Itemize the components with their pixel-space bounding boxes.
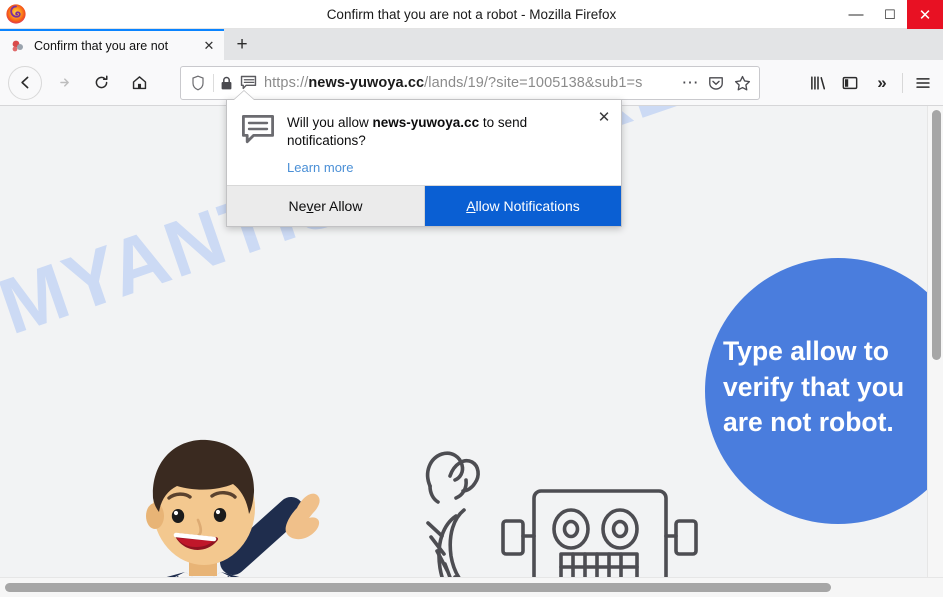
robot-sketch-illustration: I'm — [408, 436, 738, 577]
vertical-scrollbar-thumb[interactable] — [932, 110, 941, 360]
address-bar[interactable]: https://news-yuwoya.cc/lands/19/?site=10… — [180, 66, 760, 100]
never-allow-prefix: Ne — [288, 198, 307, 214]
allow-notifications-button[interactable]: Allow Notifications — [425, 185, 621, 226]
never-allow-suffix: er Allow — [313, 198, 363, 214]
sidebar-icon[interactable] — [834, 67, 866, 99]
notification-permission-popup: Will you allow news-yuwoya.cc to send no… — [226, 99, 622, 227]
close-button[interactable]: ✕ — [907, 0, 943, 29]
bookmark-star-icon[interactable] — [729, 75, 755, 92]
reload-button[interactable] — [84, 66, 118, 100]
urlbar-divider — [213, 74, 214, 92]
toolbar-right-buttons: » — [802, 66, 939, 100]
message-host: news-yuwoya.cc — [372, 115, 480, 130]
window-title: Confirm that you are not a robot - Mozil… — [326, 7, 617, 22]
circle-line-1: Type allow to — [723, 336, 889, 366]
page-actions-button[interactable]: ⋯ — [677, 73, 703, 93]
notification-bubble-icon — [241, 114, 275, 144]
vertical-scrollbar[interactable] — [927, 106, 943, 577]
allow-suffix: llow Notifications — [475, 198, 580, 214]
firefox-browser-window: Confirm that you are not a robot - Mozil… — [0, 0, 943, 597]
overflow-menu-button[interactable]: » — [866, 67, 898, 99]
app-menu-button[interactable] — [907, 67, 939, 99]
home-button[interactable] — [122, 66, 156, 100]
never-allow-accesskey: v — [306, 198, 314, 214]
circle-line-2: verify that you — [723, 371, 905, 402]
minimize-button[interactable]: — — [839, 0, 873, 29]
window-titlebar: Confirm that you are not a robot - Mozil… — [0, 0, 943, 29]
allow-accesskey: A — [466, 198, 476, 214]
forward-button — [46, 66, 80, 100]
url-part: /lands/19/?site=1005138&sub1=s — [424, 75, 643, 91]
tab-title: Confirm that you are not — [34, 38, 169, 53]
never-allow-button[interactable]: Ne v er Allow — [227, 185, 425, 226]
padlock-icon[interactable] — [216, 76, 236, 91]
toolbar-divider — [902, 73, 903, 93]
pocket-icon[interactable] — [703, 75, 729, 91]
doorhanger-close-icon[interactable]: ✕ — [596, 110, 612, 126]
shield-icon[interactable] — [185, 75, 211, 91]
page-favicon-icon — [10, 38, 26, 54]
url-part: https:// — [264, 75, 309, 91]
doorhanger-body: Will you allow news-yuwoya.cc to send no… — [227, 100, 621, 179]
cartoon-man-illustration: I'm not a Robot — [65, 424, 375, 577]
tab-close-icon[interactable]: ✕ — [200, 38, 218, 54]
tab-strip: Confirm that you are not ✕ + — [0, 29, 943, 60]
doorhanger-buttons: Ne v er Allow Allow Notifications — [227, 185, 621, 226]
browser-tab[interactable]: Confirm that you are not ✕ — [0, 29, 224, 60]
circle-line-3: are not robot. — [723, 407, 894, 437]
back-button[interactable] — [8, 65, 42, 100]
message-prefix: Will you allow — [287, 115, 373, 130]
learn-more-link[interactable]: Learn more — [287, 160, 353, 175]
horizontal-scrollbar-thumb[interactable] — [5, 583, 831, 592]
doorhanger-arrow — [234, 91, 254, 100]
notification-bubble-icon[interactable] — [236, 75, 260, 91]
library-icon[interactable] — [802, 67, 834, 99]
doorhanger-message: Will you allow news-yuwoya.cc to send no… — [287, 114, 579, 150]
circle-message: Type allow to verify that you are not ro… — [723, 334, 943, 441]
url-host: news-yuwoya.cc — [308, 75, 425, 91]
window-controls: — ☐ ✕ — [839, 0, 943, 29]
url-text[interactable]: https://news-yuwoya.cc/lands/19/?site=10… — [264, 75, 677, 91]
horizontal-scrollbar[interactable] — [0, 577, 943, 597]
new-tab-button[interactable]: + — [228, 32, 256, 58]
maximize-button[interactable]: ☐ — [873, 0, 907, 29]
